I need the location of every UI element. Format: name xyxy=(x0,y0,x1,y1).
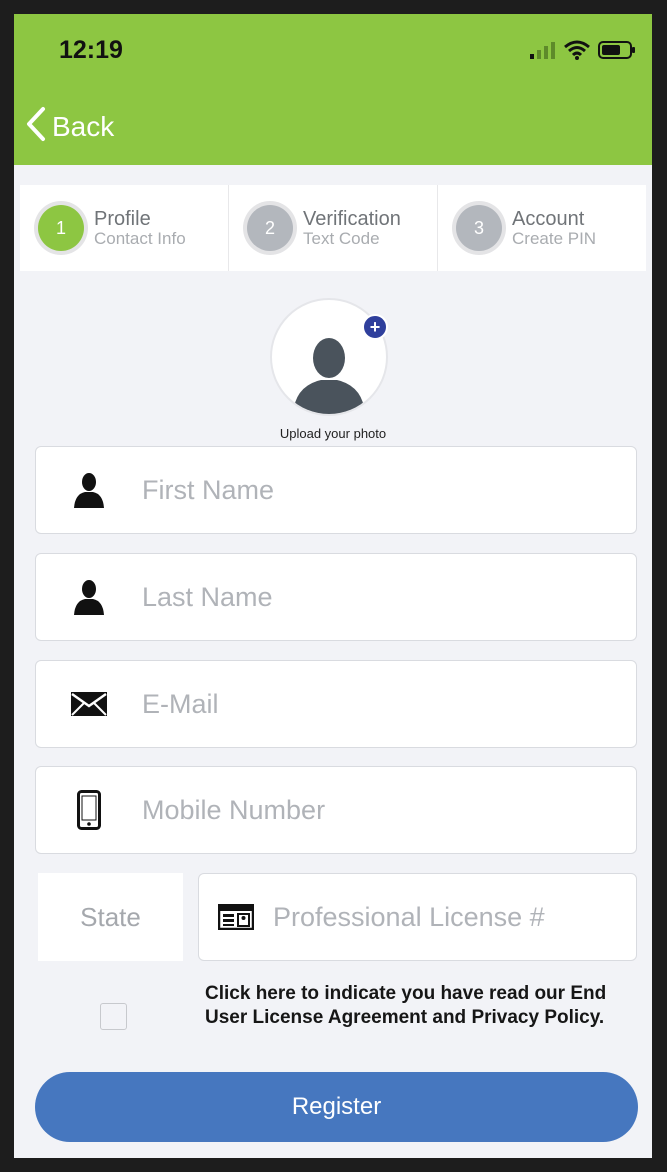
step-title: Account xyxy=(512,207,585,230)
step-number: 1 xyxy=(38,205,84,251)
phone-icon xyxy=(36,790,142,830)
battery-icon xyxy=(598,41,636,64)
status-time: 12:19 xyxy=(59,36,123,64)
envelope-icon xyxy=(36,691,142,717)
back-button[interactable]: Back xyxy=(24,106,114,147)
header-bar: 12:19 Back xyxy=(14,14,652,165)
agreement-checkbox[interactable] xyxy=(100,1003,127,1030)
step-account[interactable]: 3 Account Create PIN xyxy=(438,185,646,271)
last-name-input[interactable] xyxy=(142,567,602,627)
step-number: 2 xyxy=(247,205,293,251)
mobile-number-field[interactable] xyxy=(35,766,637,854)
chevron-left-icon xyxy=(24,106,46,147)
agreement-text[interactable]: Click here to indicate you have read our… xyxy=(205,982,635,1031)
step-title: Verification xyxy=(303,207,401,230)
step-subtitle: Text Code xyxy=(303,228,380,248)
email-field[interactable] xyxy=(35,660,637,748)
register-button[interactable]: Register xyxy=(35,1072,638,1142)
registration-stepper: 1 Profile Contact Info 2 Verification Te… xyxy=(20,185,646,271)
state-select[interactable]: State xyxy=(38,873,183,961)
step-verification[interactable]: 2 Verification Text Code xyxy=(229,185,438,271)
person-silhouette-icon xyxy=(293,338,365,414)
add-photo-icon[interactable]: + xyxy=(362,314,388,340)
first-name-input[interactable] xyxy=(142,460,602,520)
step-subtitle: Create PIN xyxy=(512,228,597,248)
first-name-field[interactable] xyxy=(35,446,637,534)
person-icon xyxy=(36,472,142,508)
step-number: 3 xyxy=(456,205,502,251)
mobile-number-input[interactable] xyxy=(142,780,602,840)
person-icon xyxy=(36,579,142,615)
signal-icon xyxy=(530,41,556,64)
license-field[interactable] xyxy=(198,873,637,961)
license-input[interactable] xyxy=(273,887,623,947)
step-profile[interactable]: 1 Profile Contact Info xyxy=(20,185,229,271)
upload-photo-label: Upload your photo xyxy=(279,426,387,441)
step-subtitle: Contact Info xyxy=(94,228,186,248)
wifi-icon xyxy=(564,40,590,65)
photo-upload[interactable]: + xyxy=(270,298,388,416)
back-label: Back xyxy=(52,110,115,142)
email-input[interactable] xyxy=(142,674,602,734)
phone-screen: 12:19 Back 1 Profile Contact Info 2 Veri… xyxy=(14,14,652,1158)
step-title: Profile xyxy=(94,207,151,230)
id-card-icon xyxy=(199,904,273,930)
status-icons xyxy=(530,40,636,65)
last-name-field[interactable] xyxy=(35,553,637,641)
